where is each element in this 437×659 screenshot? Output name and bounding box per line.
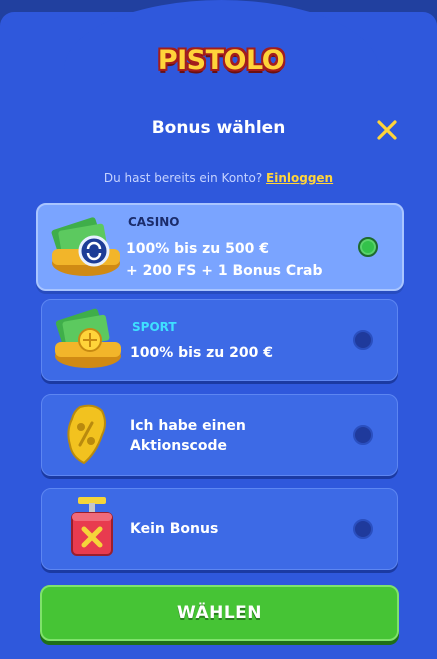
radio-promo-code[interactable] — [353, 425, 373, 445]
login-prompt-text: Du hast bereits ein Konto? — [103, 171, 263, 185]
close-button[interactable] — [372, 116, 402, 144]
login-prompt: Du hast bereits ein Konto? Einloggen — [0, 171, 437, 185]
option-line1-casino: 100% bis zu 500 € — [126, 241, 269, 257]
option-line2-promo: Aktionscode — [130, 438, 227, 454]
bonus-option-casino[interactable]: CASINO 100% bis zu 500 € + 200 FS + 1 Bo… — [36, 203, 404, 291]
close-icon — [377, 120, 397, 140]
pistolo-logo: PISTOLO — [157, 44, 285, 76]
option-line1-promo: Ich habe einen — [130, 418, 246, 434]
radio-no-bonus[interactable] — [353, 519, 373, 539]
no-bonus-box-icon — [71, 497, 113, 556]
sport-money-icon — [55, 308, 121, 368]
option-tag-sport: SPORT — [132, 320, 177, 334]
radio-casino[interactable] — [358, 237, 378, 257]
bonus-option-no-bonus[interactable]: Kein Bonus — [41, 488, 398, 570]
option-tag-casino: CASINO — [128, 215, 180, 229]
bonus-option-promo-code[interactable]: Ich habe einen Aktionscode — [41, 394, 398, 476]
option-line1-sport: 100% bis zu 200 € — [130, 345, 273, 361]
promo-code-icon — [67, 404, 106, 465]
option-line1-no-bonus: Kein Bonus — [130, 521, 219, 537]
casino-money-icon — [51, 217, 120, 276]
radio-sport[interactable] — [353, 330, 373, 350]
select-button[interactable]: WÄHLEN — [40, 585, 399, 641]
bonus-option-sport[interactable]: SPORT 100% bis zu 200 € — [41, 299, 398, 381]
login-link[interactable]: Einloggen — [266, 171, 333, 185]
option-line2-casino: + 200 FS + 1 Bonus Crab — [126, 263, 323, 279]
